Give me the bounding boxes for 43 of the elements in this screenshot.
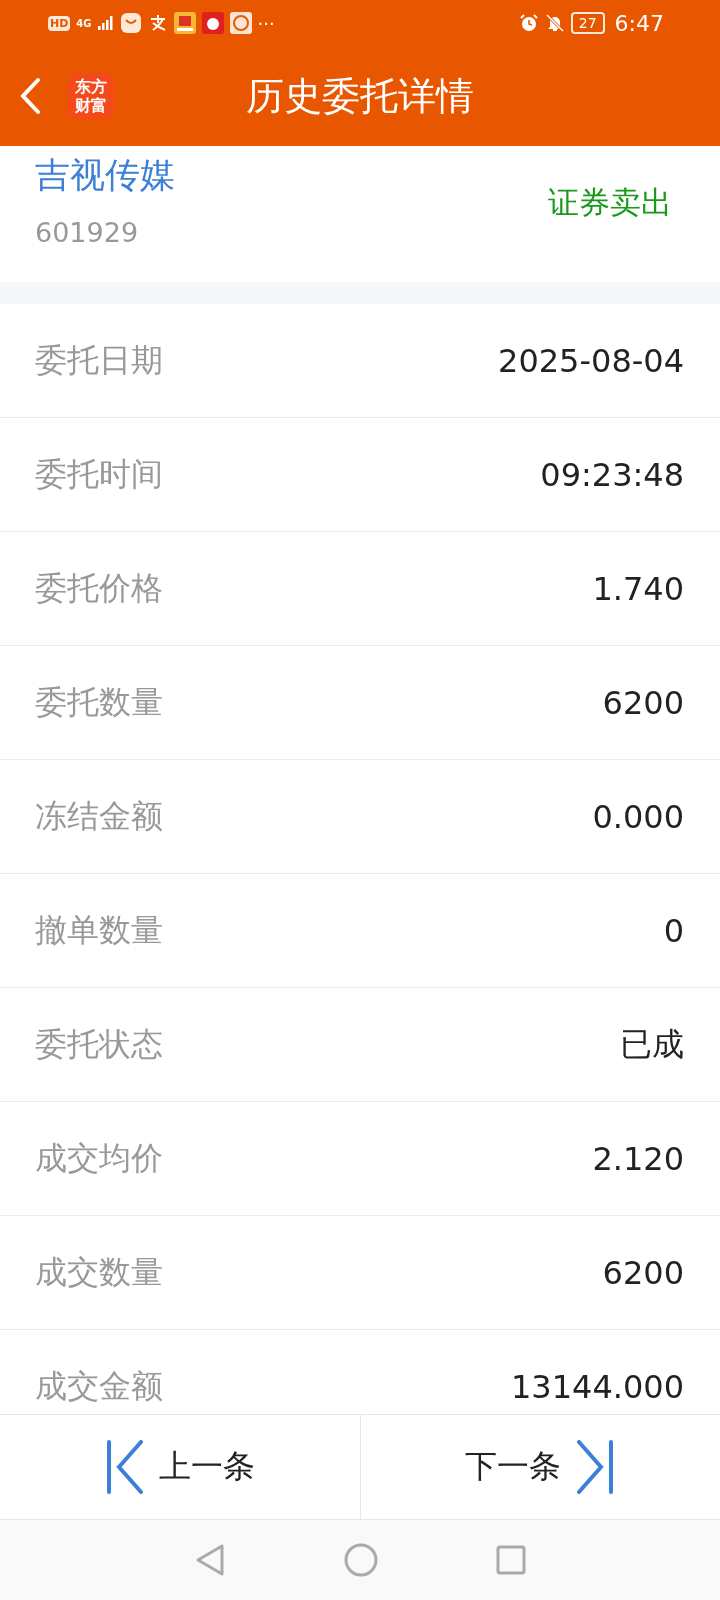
field-label: 成交均价 xyxy=(35,1137,163,1179)
app-icon xyxy=(229,12,252,34)
field-label: 委托价格 xyxy=(35,567,163,609)
field-value: 0 xyxy=(663,911,684,950)
stock-name: 吉视传媒 xyxy=(35,154,175,197)
network-label: 4G xyxy=(76,17,92,29)
hd-indicator: HD xyxy=(48,15,71,31)
stock-code: 601929 xyxy=(35,217,140,248)
field-value: 已成 xyxy=(620,1023,684,1065)
muted-bell-icon xyxy=(544,13,565,33)
app-logo: 东方 财富 xyxy=(68,73,114,119)
first-icon xyxy=(104,1440,145,1494)
field-label: 撤单数量 xyxy=(35,909,163,951)
clock-time: 6:47 xyxy=(614,10,664,36)
field-label: 成交金额 xyxy=(35,1365,163,1407)
field-value: 0.000 xyxy=(592,797,684,836)
field-value: 2.120 xyxy=(592,1139,684,1178)
field-value: 1.740 xyxy=(592,569,684,608)
page-title: 历史委托详情 xyxy=(246,72,474,120)
field-label: 委托状态 xyxy=(35,1023,163,1065)
field-label: 冻结金额 xyxy=(35,795,163,837)
signal-icon xyxy=(97,16,114,30)
alarm-icon xyxy=(518,13,539,33)
field-value: 2025-08-04 xyxy=(498,341,684,380)
field-value: 6200 xyxy=(602,1253,684,1292)
field-label: 成交数量 xyxy=(35,1251,163,1293)
app-icon xyxy=(173,12,196,34)
field-label: 委托日期 xyxy=(35,339,163,381)
recents-nav-icon[interactable] xyxy=(496,1545,526,1575)
last-icon xyxy=(575,1440,616,1494)
battery-indicator: 27 xyxy=(570,12,605,34)
home-nav-icon[interactable] xyxy=(344,1543,378,1577)
app-icon xyxy=(201,12,224,34)
field-label: 委托数量 xyxy=(35,681,163,723)
shopping-bag-icon xyxy=(119,12,142,34)
back-nav-icon[interactable] xyxy=(194,1543,226,1577)
back-icon[interactable] xyxy=(18,77,42,115)
trade-type: 证券卖出 xyxy=(548,183,672,222)
field-label: 委托时间 xyxy=(35,453,163,495)
field-value: 13144.000 xyxy=(510,1367,684,1406)
field-value: 09:23:48 xyxy=(540,455,684,494)
field-value: 6200 xyxy=(602,683,684,722)
more-notifications: ··· xyxy=(257,12,275,34)
